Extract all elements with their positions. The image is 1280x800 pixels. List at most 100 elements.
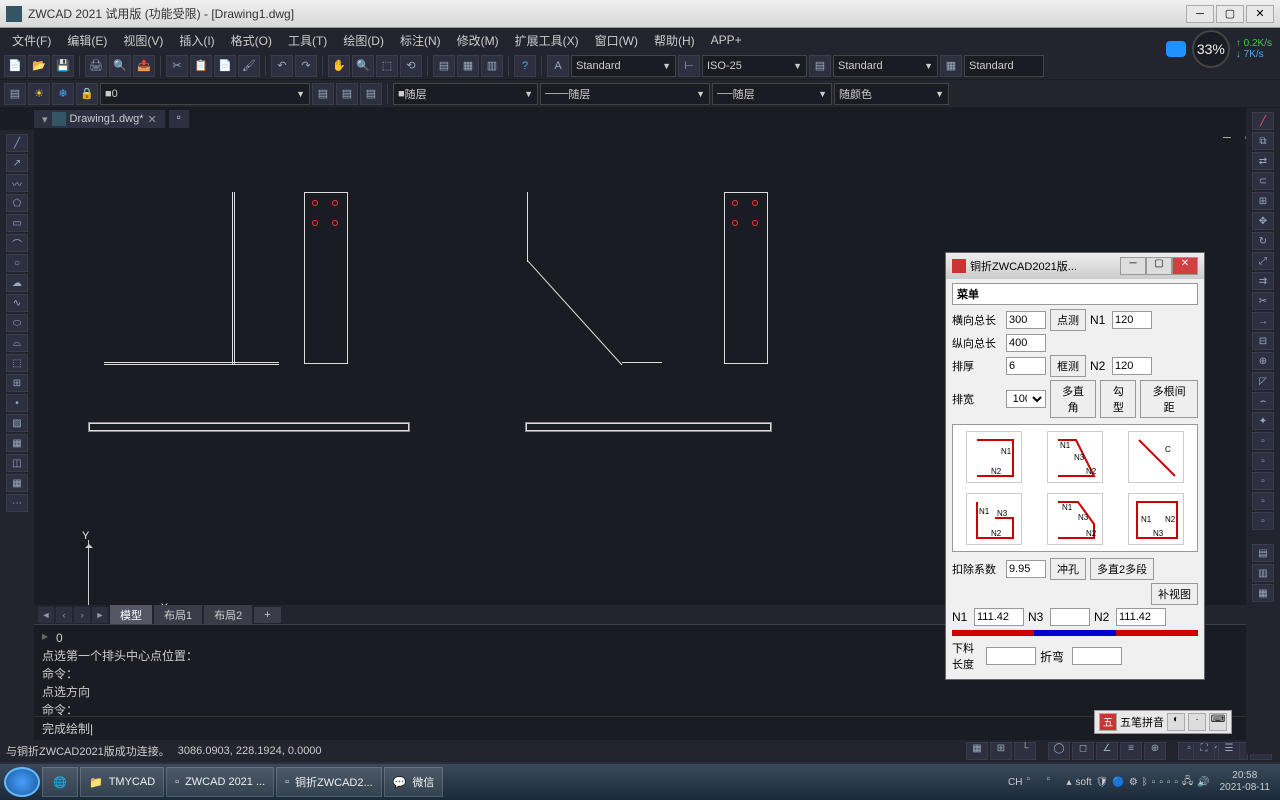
undo-icon[interactable]: ↶: [271, 55, 293, 77]
rotate-icon[interactable]: ↻: [1252, 232, 1274, 250]
gradient-icon[interactable]: ▦: [6, 434, 28, 452]
mod4-icon[interactable]: ▫: [1252, 492, 1274, 510]
layerlight-icon[interactable]: ☀: [28, 83, 50, 105]
ray-icon[interactable]: ↗: [6, 154, 28, 172]
ime-kbd-icon[interactable]: ⌨: [1209, 713, 1227, 731]
palette3-icon[interactable]: ▦: [1252, 584, 1274, 602]
explode-icon[interactable]: ✦: [1252, 412, 1274, 430]
color-dropdown[interactable]: ■ 随层▼: [393, 83, 538, 105]
tray-icon-7[interactable]: ▫: [1159, 777, 1163, 788]
osnap-toggle[interactable]: ◻: [1072, 742, 1094, 760]
document-tab[interactable]: ▾ Drawing1.dwg* ✕: [34, 110, 165, 128]
chongkong-button[interactable]: 冲孔: [1050, 558, 1086, 580]
shape-option-6[interactable]: N1N2N3: [1128, 493, 1184, 545]
plugin-dialog[interactable]: 铜折ZWCAD2021版... ─ ▢ ✕ 菜单 横向总长 点测 N1 纵向总长…: [945, 252, 1205, 680]
palette2-icon[interactable]: ▥: [1252, 564, 1274, 582]
bushitu-button[interactable]: 补视图: [1151, 583, 1198, 605]
duozhijiao-button[interactable]: 多直角: [1050, 380, 1097, 418]
tray-icon-3[interactable]: 🛡: [1096, 777, 1109, 788]
ortho-toggle[interactable]: └: [1014, 742, 1036, 760]
fullscreen-toggle[interactable]: ⛶: [1193, 742, 1215, 760]
table-icon[interactable]: ▦: [6, 474, 28, 492]
minimize-button[interactable]: ─: [1186, 5, 1214, 23]
mod1-icon[interactable]: ▫: [1252, 432, 1274, 450]
snap-toggle[interactable]: ▦: [966, 742, 988, 760]
dlg-menu-label[interactable]: 菜单: [952, 283, 1198, 305]
textstyle-dropdown[interactable]: Standard▼: [571, 55, 676, 77]
array-icon[interactable]: ⊞: [1252, 192, 1274, 210]
tray-bluetooth-icon[interactable]: ᛒ: [1142, 777, 1148, 788]
mdi-minimize[interactable]: ─: [1218, 132, 1236, 148]
menu-edit[interactable]: 编辑(E): [59, 29, 115, 52]
bn2-input[interactable]: [1116, 608, 1166, 626]
chrome-button[interactable]: 🌐: [42, 767, 78, 797]
menu-file[interactable]: 文件(F): [4, 29, 59, 52]
menu-format[interactable]: 格式(O): [223, 29, 280, 52]
xialiao-input[interactable]: [986, 647, 1036, 665]
n2-input[interactable]: [1112, 357, 1152, 375]
tray-icon-2[interactable]: ▫: [1047, 774, 1063, 790]
mirror-icon[interactable]: ⇄: [1252, 152, 1274, 170]
earc-icon[interactable]: ⌓: [6, 334, 28, 352]
spline-icon[interactable]: ∿: [6, 294, 28, 312]
chamfer-icon[interactable]: ◸: [1252, 372, 1274, 390]
duogen-button[interactable]: 多根间距: [1140, 380, 1198, 418]
hatch-icon[interactable]: ▨: [6, 414, 28, 432]
plugin-taskbtn[interactable]: ▫ 铜折ZWCAD2...: [276, 767, 382, 797]
layerlock-icon[interactable]: 🔒: [76, 83, 98, 105]
menu-help[interactable]: 帮助(H): [646, 29, 703, 52]
tray-icon-5[interactable]: ⚙: [1129, 777, 1138, 788]
new-icon[interactable]: 📄: [4, 55, 26, 77]
dialog-titlebar[interactable]: 铜折ZWCAD2021版... ─ ▢ ✕: [946, 253, 1204, 279]
shape-option-4[interactable]: N1N3N2: [966, 493, 1022, 545]
pan-icon[interactable]: ✋: [328, 55, 350, 77]
offset-icon[interactable]: ⊂: [1252, 172, 1274, 190]
circle-icon[interactable]: ○: [6, 254, 28, 272]
menu-ext[interactable]: 扩展工具(X): [507, 29, 587, 52]
polygon-icon[interactable]: ⬠: [6, 194, 28, 212]
ime-toolbar[interactable]: 五 五笔拼音 ◐ · ⌨: [1094, 710, 1232, 734]
palette1-icon[interactable]: ▤: [1252, 544, 1274, 562]
cloud-icon[interactable]: ☁: [6, 274, 28, 292]
tray-soft[interactable]: soft: [1076, 777, 1092, 788]
tab-close-icon[interactable]: ✕: [148, 113, 157, 126]
duozhi2-button[interactable]: 多直2多段: [1090, 558, 1154, 580]
thick-input[interactable]: [1006, 357, 1046, 375]
linetype-dropdown[interactable]: ─── 随层▼: [540, 83, 710, 105]
customize-toggle[interactable]: ☰: [1218, 742, 1240, 760]
shape-option-1[interactable]: N1N2: [966, 431, 1022, 483]
tab-model[interactable]: 模型: [110, 605, 152, 625]
tray-icon-1[interactable]: ▫: [1027, 774, 1043, 790]
extend-icon[interactable]: →: [1252, 312, 1274, 330]
tray-network-icon[interactable]: 🖧: [1182, 774, 1193, 791]
arc-icon[interactable]: ⌒: [6, 234, 28, 252]
lwt-toggle[interactable]: ≡: [1120, 742, 1142, 760]
menu-draw[interactable]: 绘图(D): [335, 29, 392, 52]
wechat-taskbtn[interactable]: 💬 微信: [384, 767, 444, 797]
copy-icon[interactable]: 📋: [190, 55, 212, 77]
layerprev-icon[interactable]: ▤: [312, 83, 334, 105]
new-tab-button[interactable]: ▫: [169, 110, 189, 128]
polar-toggle[interactable]: ◯: [1048, 742, 1070, 760]
tray-icon-8[interactable]: ▫: [1167, 777, 1171, 788]
shape-option-2[interactable]: N1N3N2: [1047, 431, 1103, 483]
dyn-toggle[interactable]: ⊕: [1144, 742, 1166, 760]
ellipse-icon[interactable]: ⬭: [6, 314, 28, 332]
erase-icon[interactable]: ╱: [1252, 112, 1274, 130]
move-icon[interactable]: ✥: [1252, 212, 1274, 230]
tablestyle-icon[interactable]: ▦: [940, 55, 962, 77]
more-icon[interactable]: ⋯: [6, 494, 28, 512]
maximize-button[interactable]: ▢: [1216, 5, 1244, 23]
textstyle-icon[interactable]: A: [547, 55, 569, 77]
shape-option-3[interactable]: C: [1128, 431, 1184, 483]
help-icon[interactable]: ?: [514, 55, 536, 77]
nav-first[interactable]: ◄: [38, 607, 54, 623]
tab-layout2[interactable]: 布局2: [204, 605, 252, 625]
copy2-icon[interactable]: ⧉: [1252, 132, 1274, 150]
insert-icon[interactable]: ⊞: [6, 374, 28, 392]
layerfreeze-icon[interactable]: ❄: [52, 83, 74, 105]
scale-icon[interactable]: ⤢: [1252, 252, 1274, 270]
dianze-button[interactable]: 点测: [1050, 309, 1086, 331]
dimstyle-dropdown[interactable]: ISO-25▼: [702, 55, 807, 77]
layerstate-icon[interactable]: ▤: [336, 83, 358, 105]
